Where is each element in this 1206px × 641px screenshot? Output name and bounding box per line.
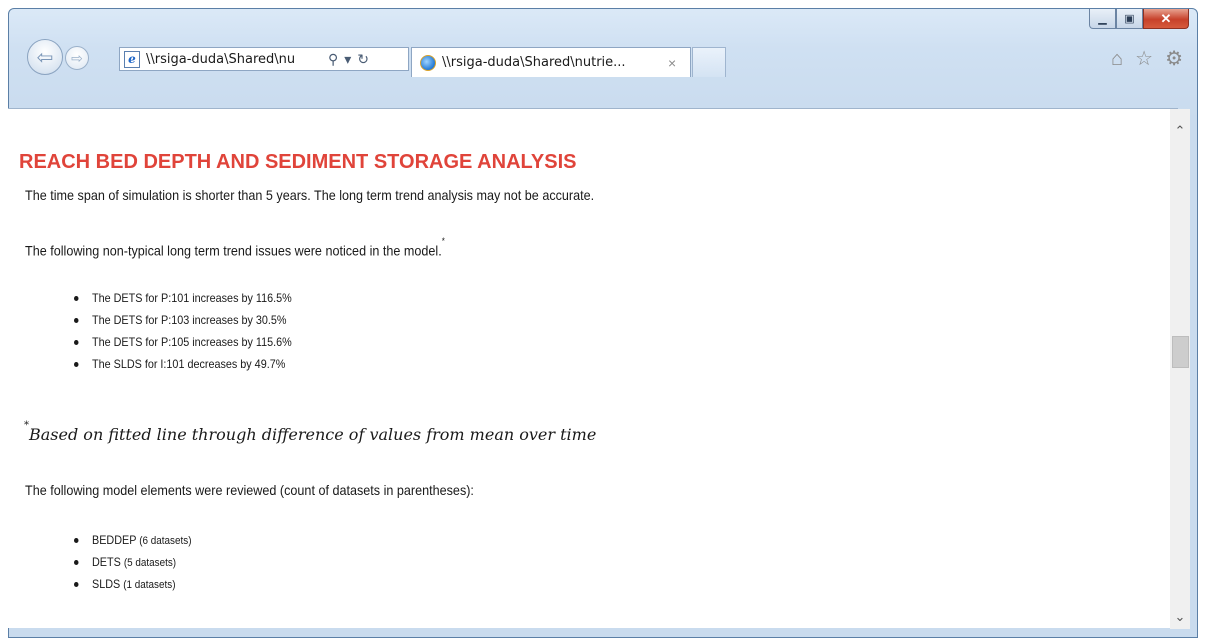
arrow-left-icon: ⇦ xyxy=(36,46,54,69)
arrow-right-icon: ⇨ xyxy=(71,49,83,66)
issue-item: The DETS for P:103 increases by 30.5% xyxy=(74,309,292,331)
element-count: (5 datasets) xyxy=(123,557,177,569)
element-name: BEDDEP xyxy=(92,533,137,547)
back-button[interactable]: ⇦ xyxy=(27,39,63,75)
star-icon[interactable]: ☆ xyxy=(1135,49,1153,69)
toolbar-right: ⌂ ☆ ⚙ xyxy=(1111,49,1183,69)
vertical-scrollbar[interactable]: ⌃ ⌄ xyxy=(1170,109,1190,629)
scroll-down-button[interactable]: ⌄ xyxy=(1170,607,1190,627)
issues-heading-text: The following non-typical long term tren… xyxy=(25,242,442,259)
close-button[interactable]: ✕ xyxy=(1143,9,1189,29)
ie-logo-icon xyxy=(420,54,436,71)
forward-button[interactable]: ⇨ xyxy=(65,46,89,70)
page-viewport: REACH BED DEPTH AND SEDIMENT STORAGE ANA… xyxy=(8,108,1190,629)
minimize-button[interactable]: ▁ xyxy=(1089,9,1116,29)
issues-list: The DETS for P:101 increases by 116.5% Th… xyxy=(74,287,316,375)
element-item: SLDS (1 datasets) xyxy=(74,573,192,595)
element-item: BEDDEP (6 datasets) xyxy=(74,529,192,551)
page-title: REACH BED DEPTH AND SEDIMENT STORAGE ANA… xyxy=(19,151,577,173)
maximize-button[interactable]: ▣ xyxy=(1116,9,1143,29)
element-count: (1 datasets) xyxy=(123,579,176,591)
issues-footnote-marker: * xyxy=(441,236,445,246)
caption-buttons: ▁ ▣ ✕ xyxy=(1089,9,1189,31)
intro-text: The time span of simulation is shorter t… xyxy=(25,187,595,203)
chevron-down-icon[interactable]: ▾ xyxy=(344,51,351,68)
tab-active[interactable]: \\rsiga-duda\Shared\nutrie... × xyxy=(411,47,691,77)
issue-item: The DETS for P:105 increases by 115.6% xyxy=(74,331,292,353)
address-input[interactable]: \\rsiga-duda\Shared\nu xyxy=(146,52,322,67)
refresh-icon[interactable]: ↻ xyxy=(357,51,369,68)
element-count: (6 datasets) xyxy=(139,535,192,547)
new-tab-button[interactable] xyxy=(692,47,726,77)
element-item: DETS (5 datasets) xyxy=(74,551,192,573)
elements-heading: The following model elements were review… xyxy=(25,482,474,498)
scroll-thumb[interactable] xyxy=(1172,335,1189,368)
footnote: *Based on fitted line through difference… xyxy=(24,420,597,444)
navigation-bar: ⇦ ⇨ e \\rsiga-duda\Shared\nu ⚲ ▾ ↻ \\rsi… xyxy=(9,37,1197,77)
footnote-marker: * xyxy=(24,419,29,431)
footnote-text: Based on fitted line through difference … xyxy=(29,425,597,444)
gear-icon[interactable]: ⚙ xyxy=(1165,49,1183,69)
elements-list: BEDDEP (6 datasets) DETS (5 datasets) SLDS… xyxy=(74,529,205,595)
issues-heading: The following non-typical long term tren… xyxy=(25,236,445,259)
element-name: DETS xyxy=(92,555,121,569)
search-icon[interactable]: ⚲ xyxy=(328,51,338,68)
issue-item: The DETS for P:101 increases by 116.5% xyxy=(74,287,292,309)
scroll-up-button[interactable]: ⌃ xyxy=(1170,121,1190,141)
address-bar[interactable]: e \\rsiga-duda\Shared\nu ⚲ ▾ ↻ xyxy=(119,47,409,71)
ie-page-icon: e xyxy=(124,50,140,68)
tab-title: \\rsiga-duda\Shared\nutrie... xyxy=(442,55,626,70)
tab-close-icon[interactable]: × xyxy=(668,55,676,71)
element-name: SLDS xyxy=(92,577,121,591)
issue-item: The SLDS for I:101 decreases by 49.7% xyxy=(74,353,292,375)
home-icon[interactable]: ⌂ xyxy=(1111,49,1123,69)
